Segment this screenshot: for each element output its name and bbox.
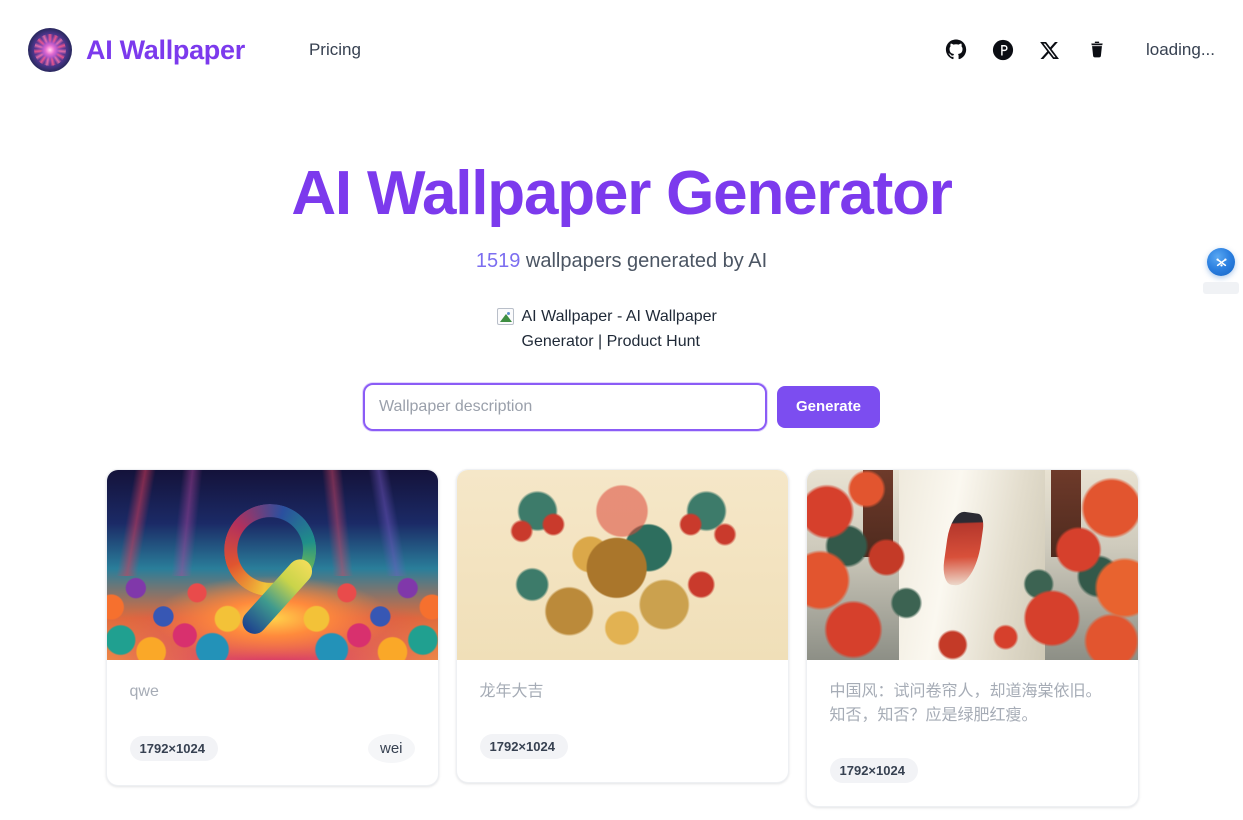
site-header: AI Wallpaper Pricing loading... xyxy=(0,0,1243,100)
card-body: 龙年大吉 1792×1024 xyxy=(457,660,788,782)
resolution-badge: 1792×1024 xyxy=(479,734,568,760)
product-hunt-icon[interactable] xyxy=(991,39,1014,62)
buy-me-a-coffee-icon[interactable] xyxy=(1085,39,1108,62)
brand-logo-link[interactable]: AI Wallpaper xyxy=(28,28,245,72)
author-badge: wei xyxy=(367,733,415,763)
artwork-clouds-right xyxy=(298,547,438,660)
x-twitter-icon[interactable] xyxy=(1038,39,1061,62)
wallpaper-input-wrapper[interactable] xyxy=(363,382,767,431)
ai-wallpaper-logo-icon xyxy=(28,28,72,72)
wallpaper-card[interactable]: 龙年大吉 1792×1024 xyxy=(455,468,789,783)
wallpaper-title: 中国风：试问卷帘人，却道海棠依旧。知否，知否？应是绿肥红瘦。 xyxy=(829,682,1102,724)
card-meta: 1792×1024 xyxy=(829,758,1115,784)
card-meta: 1792×1024 xyxy=(479,734,765,760)
author-badge xyxy=(1071,765,1115,777)
wallpaper-card[interactable]: qwe 1792×1024 wei xyxy=(105,468,439,786)
wallpaper-title: 龙年大吉 xyxy=(479,682,544,700)
wallpaper-thumbnail[interactable] xyxy=(106,469,438,660)
hero-subtitle-text: wallpapers generated by AI xyxy=(520,250,768,273)
wallpaper-card[interactable]: 中国风：试问卷帘人，却道海棠依旧。知否，知否？应是绿肥红瘦。 1792×1024 xyxy=(805,468,1139,807)
main-nav: Pricing xyxy=(309,40,361,60)
broken-image-icon xyxy=(496,308,514,326)
wallpaper-title: qwe xyxy=(129,682,159,700)
brand-name: AI Wallpaper xyxy=(86,34,245,65)
loading-status: loading... xyxy=(1146,40,1215,59)
hero-section: AI Wallpaper Generator 1519 wallpapers g… xyxy=(0,100,1243,431)
resolution-badge: 1792×1024 xyxy=(829,758,918,784)
analytics-widget-icon[interactable] xyxy=(1207,248,1235,276)
card-meta: 1792×1024 wei xyxy=(129,733,415,763)
hero-subtitle: 1519 wallpapers generated by AI xyxy=(0,250,1243,273)
product-hunt-badge-alt: AI Wallpaper - AI Wallpaper Generator | … xyxy=(521,308,717,350)
generate-form: Generate xyxy=(363,382,880,431)
page-title: AI Wallpaper Generator xyxy=(291,159,953,228)
wallpaper-thumbnail[interactable] xyxy=(456,469,788,660)
product-hunt-badge[interactable]: AI Wallpaper - AI Wallpaper Generator | … xyxy=(496,305,747,355)
wallpaper-description-input[interactable] xyxy=(365,384,765,429)
wallpaper-grid: qwe 1792×1024 wei 龙年大吉 1792×1024 中国风：试问卷… xyxy=(105,468,1139,807)
github-icon[interactable] xyxy=(944,39,967,62)
artwork-roses xyxy=(806,469,1138,660)
wallpaper-count: 1519 xyxy=(475,250,521,273)
artwork-clouds-left xyxy=(106,547,246,660)
card-body: qwe 1792×1024 wei xyxy=(107,660,438,785)
nav-item-pricing[interactable]: Pricing xyxy=(309,40,361,60)
artwork-dragon xyxy=(489,481,755,649)
header-actions: loading... xyxy=(944,39,1215,62)
card-body: 中国风：试问卷帘人，却道海棠依旧。知否，知否？应是绿肥红瘦。 1792×1024 xyxy=(807,660,1138,806)
generate-button[interactable]: Generate xyxy=(776,385,880,428)
resolution-badge: 1792×1024 xyxy=(129,735,218,761)
author-badge xyxy=(721,741,765,753)
widget-drag-bar[interactable] xyxy=(1203,282,1239,294)
wallpaper-thumbnail[interactable] xyxy=(806,469,1138,660)
